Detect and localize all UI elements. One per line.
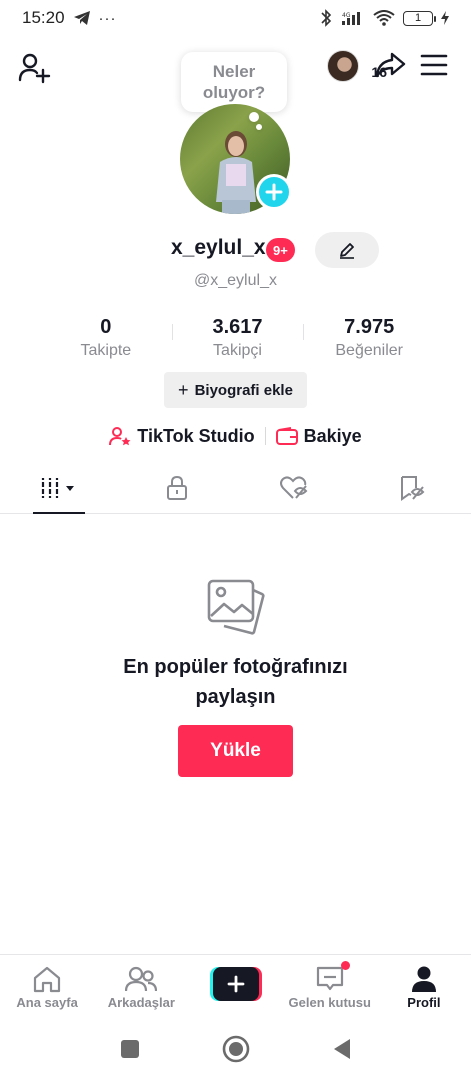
status-time: 15:20 bbox=[22, 8, 65, 27]
edit-profile-button[interactable] bbox=[315, 232, 379, 268]
bubble-tail-dot-small bbox=[256, 124, 262, 130]
avatar-person-image bbox=[216, 131, 256, 214]
inbox-icon bbox=[316, 966, 343, 991]
nav-label: Gelen kutusu bbox=[288, 995, 371, 1010]
studio-label: TikTok Studio bbox=[137, 425, 255, 446]
charging-icon bbox=[441, 11, 449, 25]
nav-label: Ana sayfa bbox=[16, 995, 78, 1010]
bubble-text-line2: oluyor? bbox=[202, 83, 266, 102]
svg-text:4G: 4G bbox=[342, 12, 351, 19]
home-circle-icon[interactable] bbox=[222, 1035, 250, 1063]
add-user-icon bbox=[18, 53, 51, 84]
stat-label: Takipçi bbox=[213, 342, 262, 359]
tiktok-studio-link[interactable]: TikTok Studio bbox=[109, 425, 255, 447]
nav-create[interactable] bbox=[188, 955, 282, 1018]
stat-value: 7.975 bbox=[344, 316, 395, 338]
menu-button[interactable] bbox=[415, 46, 453, 84]
notification-badge[interactable]: 9+ bbox=[266, 238, 295, 262]
balance-label: Bakiye bbox=[303, 425, 362, 446]
grid-icon bbox=[40, 477, 74, 498]
studio-icon bbox=[109, 427, 131, 446]
nav-profile[interactable]: Profil bbox=[377, 955, 471, 1018]
username-row: x_eylul_x 9+ bbox=[0, 232, 471, 268]
stat-likes[interactable]: 7.975 Beğeniler bbox=[303, 316, 435, 364]
share-profile-button[interactable] bbox=[371, 46, 409, 84]
telegram-icon bbox=[73, 11, 90, 25]
tab-liked[interactable] bbox=[236, 462, 354, 513]
divider bbox=[264, 427, 266, 445]
empty-state-title-line2: paylaşın bbox=[195, 686, 276, 708]
tab-private[interactable] bbox=[118, 462, 236, 513]
add-story-button[interactable] bbox=[256, 174, 292, 210]
back-icon[interactable] bbox=[332, 1038, 352, 1060]
wifi-icon bbox=[373, 10, 395, 26]
add-friend-button[interactable] bbox=[14, 48, 54, 88]
user-handle: @x_eylul_x bbox=[194, 272, 277, 289]
add-bio-button[interactable]: + Biyografi ekle bbox=[164, 372, 307, 408]
profile-stats: 0 Takipte 3.617 Takipçi 7.975 Beğeniler bbox=[40, 316, 435, 364]
visitor-avatar bbox=[327, 50, 359, 82]
bubble-tail-dot bbox=[249, 112, 259, 122]
nav-inbox[interactable]: Gelen kutusu bbox=[283, 955, 377, 1018]
balance-link[interactable]: Bakiye bbox=[275, 425, 362, 447]
inbox-notification-dot bbox=[340, 961, 350, 970]
liked-icon bbox=[280, 475, 308, 499]
stat-followers[interactable]: 3.617 Takipçi bbox=[171, 316, 304, 364]
empty-state-title: En popüler fotoğrafınızı paylaşın bbox=[0, 652, 471, 712]
create-button[interactable] bbox=[209, 967, 262, 1001]
bottom-navigation: Ana sayfa Arkadaşlar Gelen kutusu Profil bbox=[0, 954, 471, 1018]
lock-icon bbox=[166, 475, 187, 500]
photo-icon bbox=[207, 579, 265, 635]
username: x_eylul_x bbox=[171, 236, 266, 259]
status-bar: 15:20 ··· 4G 1 bbox=[0, 0, 471, 36]
empty-state-title-line1: En popüler fotoğrafınızı bbox=[123, 656, 348, 678]
profile-visitors-button[interactable] bbox=[325, 48, 361, 84]
signal-icon: 4G bbox=[342, 12, 360, 25]
friends-icon bbox=[125, 966, 158, 992]
wallet-icon bbox=[275, 427, 298, 445]
plus-icon bbox=[227, 975, 244, 993]
more-notifications-icon: ··· bbox=[98, 9, 117, 27]
nav-label: Arkadaşlar bbox=[107, 995, 175, 1010]
bluetooth-icon bbox=[321, 9, 332, 27]
creator-links: TikTok Studio Bakiye bbox=[0, 422, 471, 450]
content-tabs bbox=[0, 462, 471, 514]
plus-sign: + bbox=[178, 379, 189, 400]
add-bio-label: Biyografi ekle bbox=[194, 381, 293, 399]
stat-label: Takipte bbox=[80, 342, 132, 359]
bookmark-icon bbox=[401, 475, 425, 501]
pencil-icon bbox=[340, 243, 354, 259]
hamburger-icon bbox=[420, 54, 448, 76]
stat-value: 0 bbox=[100, 316, 112, 338]
share-icon bbox=[375, 52, 406, 78]
recents-icon[interactable] bbox=[120, 1039, 140, 1059]
stat-following[interactable]: 0 Takipte bbox=[40, 316, 172, 364]
nav-friends[interactable]: Arkadaşlar bbox=[94, 955, 188, 1018]
battery-icon: 1 bbox=[403, 10, 436, 26]
system-navigation bbox=[0, 1024, 471, 1074]
plus-icon bbox=[265, 183, 283, 201]
tab-saved[interactable] bbox=[353, 462, 471, 513]
upload-button[interactable]: Yükle bbox=[178, 725, 293, 777]
stat-label: Beğeniler bbox=[335, 342, 403, 359]
profile-icon bbox=[411, 966, 436, 992]
status-bubble[interactable]: Neler oluyor? bbox=[181, 52, 287, 112]
home-icon bbox=[33, 966, 61, 993]
tab-videos[interactable] bbox=[0, 462, 118, 513]
bubble-text-line1: Neler bbox=[212, 62, 256, 81]
nav-home[interactable]: Ana sayfa bbox=[0, 955, 94, 1018]
stat-value: 3.617 bbox=[212, 316, 263, 338]
nav-label: Profil bbox=[407, 995, 441, 1010]
